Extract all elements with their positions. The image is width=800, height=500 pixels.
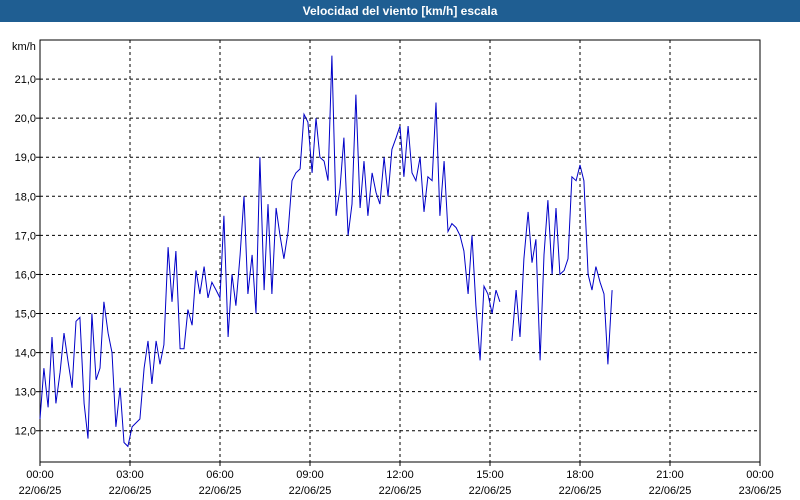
- y-tick-label: 17,0: [15, 230, 36, 242]
- axes: km/h 12,0 13,0 14,0 15,0 16,0 17,0 18,0 19,0 20,…: [12, 41, 781, 497]
- x-tick-date-label: 22/06/25: [649, 485, 692, 497]
- x-tick-date-label: 22/06/25: [19, 485, 62, 497]
- x-tick-date-label: 22/06/25: [379, 485, 422, 497]
- y-tick-label: 13,0: [15, 387, 36, 399]
- x-tick-time-label: 03:00: [116, 469, 144, 481]
- y-tick-label: 21,0: [15, 74, 36, 86]
- x-tick-date-label: 22/06/25: [199, 485, 242, 497]
- y-tick-label: 15,0: [15, 309, 36, 321]
- x-tick-time-label: 06:00: [206, 469, 234, 481]
- x-tick-date-label: 22/06/25: [289, 485, 332, 497]
- y-axis-label: km/h: [12, 41, 36, 53]
- x-tick-date-label: 22/06/25: [109, 485, 152, 497]
- series-line: [39, 55, 501, 448]
- y-tick-label: 19,0: [15, 152, 36, 164]
- line-chart: km/h 12,0 13,0 14,0 15,0 16,0 17,0 18,0 19,0 20,…: [12, 39, 781, 497]
- x-tick-date-label: 22/06/25: [469, 485, 512, 497]
- y-tick-label: 20,0: [15, 113, 36, 125]
- x-tick-time-label: 00:00: [26, 469, 54, 481]
- y-tick-label: 14,0: [15, 348, 36, 360]
- x-tick-time-label: 21:00: [656, 469, 684, 481]
- x-tick-time-label: 00:00: [746, 469, 774, 481]
- y-tick-label: 12,0: [15, 426, 36, 438]
- y-tick-label: 18,0: [15, 191, 36, 203]
- series: [39, 55, 613, 448]
- x-tick-time-label: 09:00: [296, 469, 324, 481]
- x-tick-date-label: 23/06/25: [739, 485, 782, 497]
- y-tick-label: 16,0: [15, 269, 36, 281]
- x-tick-time-label: 15:00: [476, 469, 504, 481]
- x-tick-time-label: 12:00: [386, 469, 414, 481]
- x-tick-time-label: 18:00: [566, 469, 594, 481]
- x-tick-date-label: 22/06/25: [559, 485, 602, 497]
- grid: [40, 40, 760, 462]
- series-line: [511, 164, 613, 365]
